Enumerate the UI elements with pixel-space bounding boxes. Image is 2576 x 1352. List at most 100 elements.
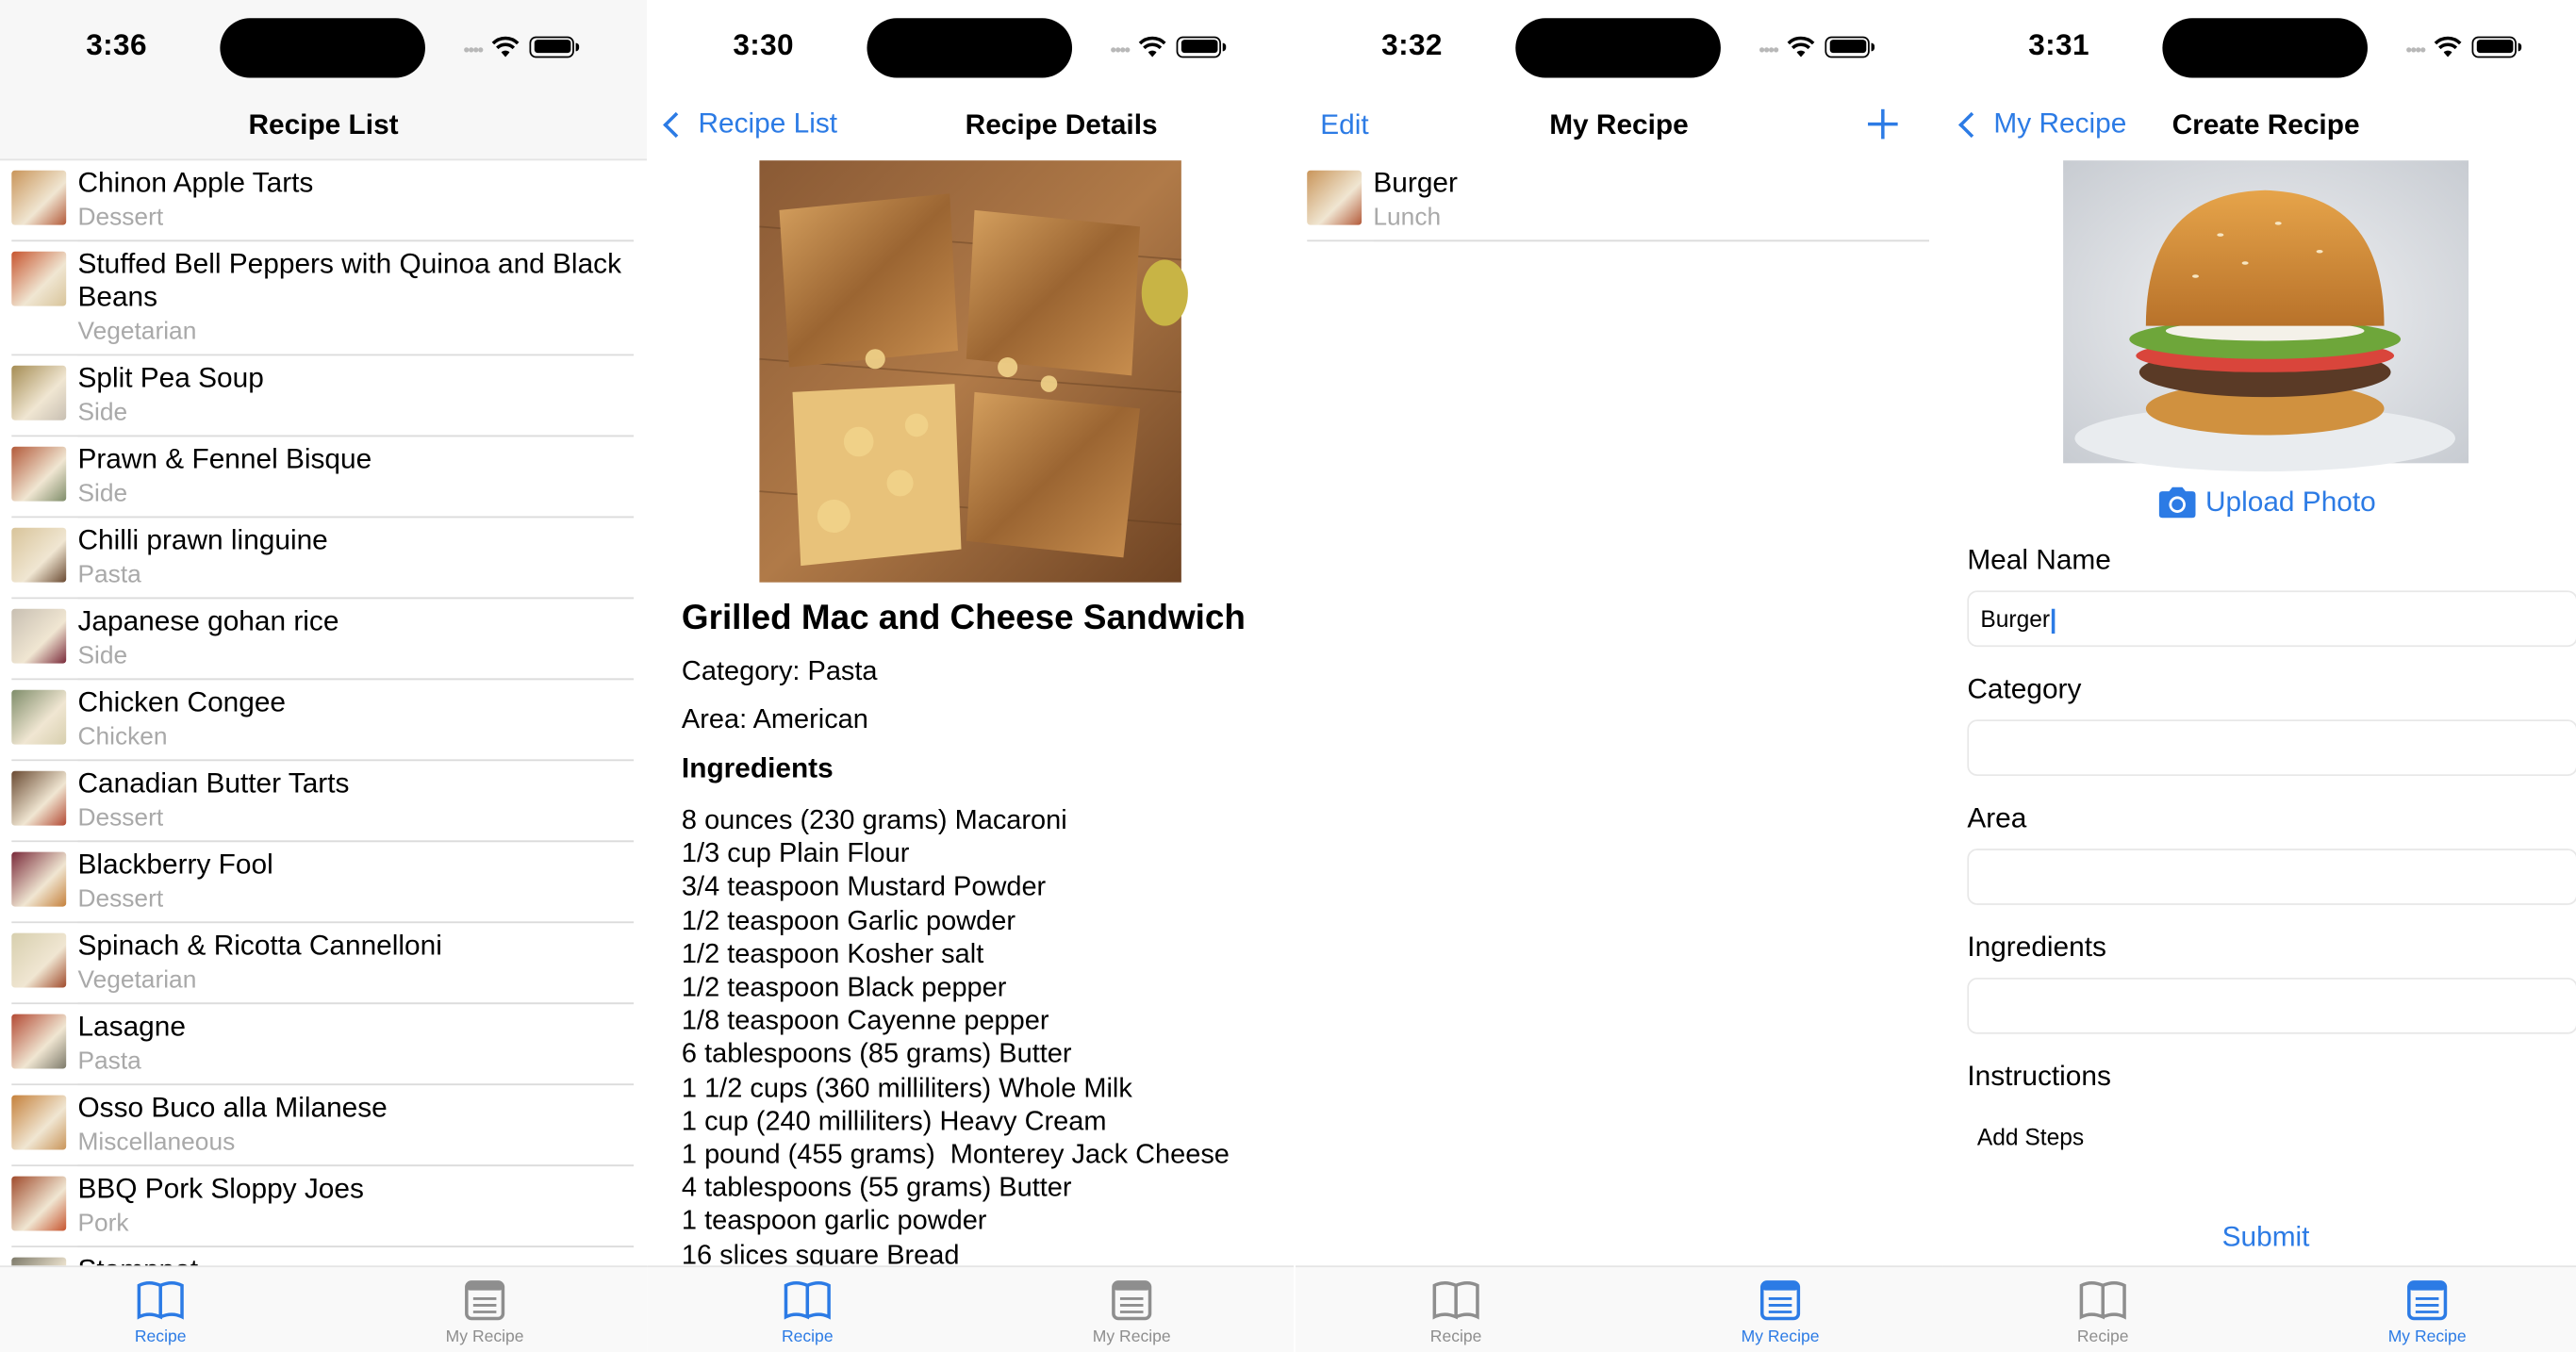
status-icons: ••••: [1759, 31, 1875, 61]
list-item[interactable]: Blackberry Fool Dessert: [0, 842, 647, 924]
tab-bar: Recipe My Recipe: [1942, 1265, 2576, 1352]
back-button[interactable]: Recipe List: [660, 107, 837, 140]
category-label: Category: [1967, 673, 2082, 705]
status-bar: 3:32 ••••: [1296, 0, 1942, 86]
status-time: 3:30: [733, 27, 794, 61]
tab-recipe-label: Recipe: [2076, 1328, 2129, 1347]
recipe-title: Burger: [1373, 167, 1458, 199]
navigation-bar: Recipe List: [0, 92, 647, 158]
tab-bar: Recipe My Recipe: [647, 1265, 1295, 1352]
page-title: My Recipe: [1549, 108, 1689, 141]
list-item[interactable]: Chicken Congee Chicken: [0, 680, 647, 762]
tab-my-recipe[interactable]: My Recipe: [1714, 1278, 1846, 1346]
ingredients-field[interactable]: [1967, 978, 2576, 1034]
tab-recipe[interactable]: Recipe: [94, 1278, 226, 1346]
recipe-category: Vegetarian: [77, 965, 197, 995]
list-item[interactable]: Split Pea Soup Side: [0, 355, 647, 437]
list-item[interactable]: Osso Buco alla Milanese Miscellaneous: [0, 1085, 647, 1167]
recipe-list: Chinon Apple Tarts Dessert Stuffed Bell Pe…: [0, 160, 647, 1329]
signal-dots-icon: ••••: [463, 41, 484, 61]
list-item-text: Japanese gohan rice Side: [77, 599, 635, 681]
list-item[interactable]: Chilli prawn linguine Pasta: [0, 518, 647, 600]
recipe-category: Dessert: [77, 203, 164, 232]
list-item[interactable]: Burger Lunch: [1296, 160, 1942, 242]
recipe-thumbnail: [11, 608, 67, 664]
tab-my-recipe-label: My Recipe: [445, 1328, 524, 1347]
recipe-title: Chilli prawn linguine: [77, 524, 328, 556]
status-bar: 3:30 ••••: [647, 0, 1294, 86]
plus-icon: [1868, 108, 1898, 140]
newspaper-icon: [1112, 1280, 1152, 1321]
recipe-category: Side: [77, 398, 128, 427]
wifi-icon: [2435, 35, 2463, 57]
category-field[interactable]: [1967, 719, 2576, 776]
add-recipe-button[interactable]: [1866, 103, 1899, 147]
ingredient-item: 1/3 cup Plain Flour: [681, 838, 910, 869]
list-item[interactable]: Canadian Butter Tarts Dessert: [0, 761, 647, 843]
tab-recipe[interactable]: Recipe: [1390, 1278, 1522, 1346]
list-item[interactable]: BBQ Pork Sloppy Joes Pork: [0, 1166, 647, 1248]
list-item[interactable]: Spinach & Ricotta Cannelloni Vegetarian: [0, 923, 647, 1005]
status-bar: 3:36 ••••: [0, 0, 647, 86]
battery-icon: [530, 35, 580, 58]
recipe-thumbnail: [11, 932, 67, 988]
recipe-thumbnail: [11, 1014, 67, 1069]
status-time: 3:36: [86, 27, 147, 61]
page-title: Recipe Details: [965, 108, 1158, 141]
recipe-title: Canadian Butter Tarts: [77, 767, 350, 800]
list-item[interactable]: Japanese gohan rice Side: [0, 599, 647, 681]
instructions-field[interactable]: Add Steps: [1967, 1123, 2576, 1149]
tab-my-recipe[interactable]: My Recipe: [2361, 1278, 2493, 1346]
recipe-title: Osso Buco alla Milanese: [77, 1092, 388, 1124]
list-item[interactable]: Chinon Apple Tarts Dessert: [0, 160, 647, 242]
recipe-category: Lunch: [1373, 203, 1442, 232]
ingredient-item: 1 cup (240 milliliters) Heavy Cream: [681, 1106, 1107, 1137]
dynamic-island: [220, 18, 425, 78]
wifi-icon: [1139, 35, 1167, 57]
submit-button[interactable]: Submit: [1942, 1221, 2576, 1254]
recipe-category: Vegetarian: [77, 317, 197, 346]
area-line: Area: American: [681, 704, 868, 735]
list-item[interactable]: Prawn & Fennel Bisque Side: [0, 437, 647, 519]
meal-name-field[interactable]: Burger: [1967, 590, 2576, 648]
tab-recipe[interactable]: Recipe: [741, 1278, 873, 1346]
area-field[interactable]: [1967, 849, 2576, 905]
book-icon: [2079, 1281, 2126, 1320]
tab-my-recipe[interactable]: My Recipe: [1065, 1278, 1197, 1346]
list-item-text: Canadian Butter Tarts Dessert: [77, 761, 635, 843]
recipe-thumbnail: [11, 365, 67, 420]
wifi-icon: [492, 35, 520, 57]
ingredient-item: 1/8 teaspoon Cayenne pepper: [681, 1006, 1049, 1036]
ingredient-item: 1 1/2 cups (360 milliliters) Whole Milk: [681, 1073, 1132, 1103]
list-item-text: Lasagne Pasta: [77, 1004, 635, 1086]
tab-recipe[interactable]: Recipe: [2037, 1278, 2169, 1346]
meal-name: Grilled Mac and Cheese Sandwich: [681, 599, 1246, 637]
recipe-details-screen: 3:30 •••• Recipe List Recipe Details Gri…: [647, 0, 1295, 1352]
recipe-title: Stuffed Bell Peppers with Quinoa and Bla…: [77, 248, 621, 313]
signal-dots-icon: ••••: [1110, 41, 1131, 61]
text-cursor: [2051, 608, 2055, 634]
list-item[interactable]: Lasagne Pasta: [0, 1004, 647, 1086]
recipe-thumbnail: [1307, 170, 1362, 225]
ingredient-item: 1 teaspoon garlic powder: [681, 1206, 987, 1237]
ingredient-item: 4 tablespoons (55 grams) Butter: [681, 1173, 1072, 1204]
upload-photo-button[interactable]: Upload Photo: [1942, 486, 2576, 519]
recipe-title: BBQ Pork Sloppy Joes: [77, 1173, 364, 1205]
ingredient-item: 6 tablespoons (85 grams) Butter: [681, 1039, 1072, 1070]
tab-my-recipe[interactable]: My Recipe: [419, 1278, 551, 1346]
recipe-title: Blackberry Fool: [77, 849, 273, 881]
list-item-text: Chicken Congee Chicken: [77, 680, 635, 762]
ingredient-item: 1/2 teaspoon Garlic powder: [681, 905, 1016, 936]
chevron-left-icon: [663, 110, 689, 138]
recipe-thumbnail: [11, 170, 67, 225]
my-recipe-screen: 3:32 •••• Edit My Recipe Burger Lunch Rec…: [1295, 0, 1943, 1352]
recipe-photo[interactable]: [2063, 160, 2469, 472]
status-icons: ••••: [2405, 31, 2522, 61]
page-title: Create Recipe: [2171, 108, 2360, 141]
status-time: 3:32: [1381, 27, 1443, 61]
list-item[interactable]: Stuffed Bell Peppers with Quinoa and Bla…: [0, 241, 647, 356]
signal-dots-icon: ••••: [1759, 41, 1779, 61]
list-item-text: Prawn & Fennel Bisque Side: [77, 437, 635, 519]
recipe-thumbnail: [11, 251, 67, 306]
recipe-category: Side: [77, 641, 128, 670]
